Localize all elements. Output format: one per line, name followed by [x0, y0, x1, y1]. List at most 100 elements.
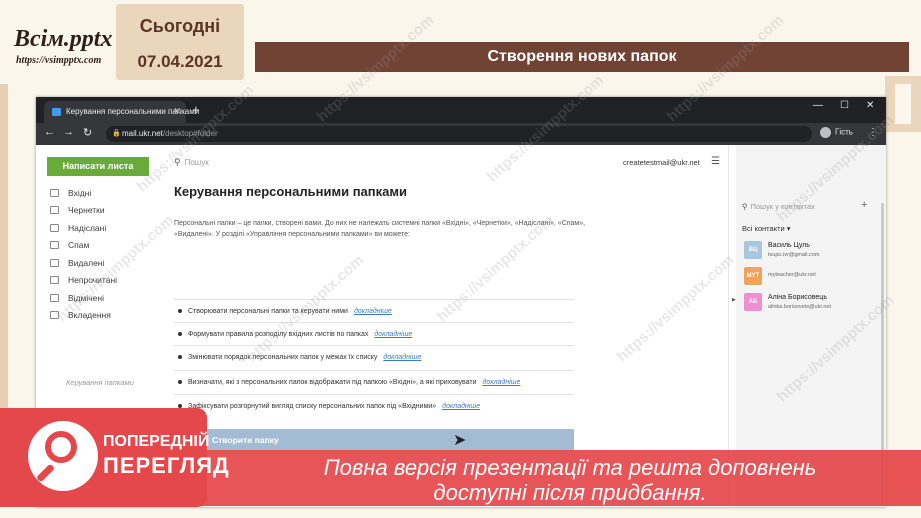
reload-icon[interactable]: ↻: [83, 126, 92, 139]
sent-icon: [50, 223, 59, 232]
magnifier-icon: [28, 421, 98, 491]
mouse-cursor-icon: ➤: [453, 432, 467, 449]
corner-decoration-icon: [885, 76, 921, 132]
menu-icon[interactable]: ☰: [711, 156, 720, 167]
drafts-icon: [50, 206, 59, 215]
lock-icon: 🔒: [112, 130, 121, 137]
folder-item[interactable]: Непрочитані: [50, 272, 117, 290]
feature-item: Зафіксувати розгорнутий вигляд списку пе…: [174, 394, 574, 417]
more-link[interactable]: докладніше: [383, 354, 421, 361]
feature-text: Зафіксувати розгорнутий вигляд списку пе…: [188, 402, 437, 410]
avatar: ВЦ: [744, 241, 762, 259]
close-tab-icon[interactable]: ✕: [173, 106, 181, 117]
contact-item[interactable]: АБ Аліна Борисовець alinka.borisovets@uk…: [744, 291, 884, 315]
page-title: Керування персональними папками: [174, 184, 407, 199]
bullet-icon: [178, 380, 182, 384]
contact-name: Аліна Борисовець: [768, 294, 827, 301]
search-icon: ⚲: [174, 157, 181, 167]
all-contacts-dropdown[interactable]: Всі контакти ▾: [742, 224, 791, 233]
banner-line: доступні після придбання.: [433, 480, 707, 505]
search-icon: ⚲: [742, 202, 748, 211]
browser-toolbar: ← → ↻ 🔒 mail.ukr.net/desktop#folder Гість…: [36, 123, 886, 145]
address-host: mail.ukr.net: [122, 129, 163, 138]
contact-item[interactable]: MYT myteacher@ukr.net: [744, 265, 884, 289]
folder-item[interactable]: Чернетки: [50, 202, 117, 220]
kebab-menu-icon[interactable]: ⋮: [868, 127, 878, 138]
bullet-icon: [178, 332, 182, 336]
address-bar[interactable]: 🔒 mail.ukr.net/desktop#folder: [106, 126, 812, 142]
trash-icon: [50, 258, 59, 267]
close-window-icon[interactable]: ✕: [866, 100, 874, 111]
unread-icon: [50, 276, 59, 285]
contact-item[interactable]: ВЦ Василь Цуль tsupu.ivr@gmail.com: [744, 239, 884, 263]
feature-text: Змінювати порядок персональних папок у м…: [188, 353, 378, 361]
folder-item[interactable]: Вкладення: [50, 307, 117, 325]
preview-subtitle: ПЕРЕГЛЯД: [103, 453, 230, 478]
mail-search[interactable]: ⚲ Пошук: [174, 157, 209, 168]
more-link[interactable]: докладніше: [483, 379, 521, 386]
feature-item: Змінювати порядок персональних папок у м…: [174, 345, 574, 368]
more-link[interactable]: докладніше: [354, 308, 392, 315]
contacts-search[interactable]: ⚲ Пошук у контактах: [742, 202, 815, 211]
new-tab-icon[interactable]: +: [192, 102, 200, 117]
preview-title: ПОПЕРЕДНІЙ: [103, 433, 210, 450]
feature-item: Визначати, які з персональних папок відо…: [174, 370, 574, 393]
feature-text: Створювати персональні папки та керувати…: [188, 307, 348, 315]
folder-label: Видалені: [68, 257, 105, 268]
folder-label: Вкладення: [68, 310, 111, 321]
user-email[interactable]: createtestmail@ukr.net: [623, 158, 700, 167]
inbox-icon: [50, 188, 59, 197]
address-path: /desktop#folder: [162, 129, 218, 138]
folder-item[interactable]: Спам: [50, 237, 117, 255]
folder-label: Спам: [68, 240, 90, 251]
more-link[interactable]: докладніше: [442, 403, 480, 410]
folder-label: Надіслані: [68, 222, 107, 233]
add-contact-icon[interactable]: +: [861, 199, 867, 211]
avatar-icon: [820, 127, 831, 138]
avatar: MYT: [744, 267, 762, 285]
contact-email: alinka.borisovets@ukr.net: [768, 304, 832, 310]
spam-icon: [50, 241, 59, 250]
contact-email: myteacher@ukr.net: [768, 272, 816, 278]
browser-tab[interactable]: Керування персональними папками ✕: [44, 101, 199, 123]
feature-text: Визначати, які з персональних папок відо…: [188, 378, 477, 386]
feature-text: Формувати правила розподілу вхідних лист…: [188, 330, 369, 338]
mail-favicon-icon: [52, 108, 61, 116]
bullet-icon: [178, 355, 182, 359]
banner-line: Повна версія презентації та решта доповн…: [323, 455, 817, 480]
profile-button[interactable]: Гість: [820, 127, 853, 138]
back-arrow-icon[interactable]: ←: [44, 126, 55, 138]
left-decor-bar: [0, 84, 8, 424]
folder-item[interactable]: Вхідні: [50, 184, 117, 202]
site-logo: Всім.pptx https://vsimpptx.com: [6, 26, 116, 78]
minimize-icon[interactable]: —: [813, 100, 823, 111]
create-folder-button[interactable]: Створити папку: [174, 429, 574, 451]
star-icon: [50, 293, 59, 302]
tab-bar: Керування персональними папками ✕ + — ☐ …: [36, 97, 886, 123]
banner-text: Повна версія презентації та решта доповн…: [230, 455, 910, 505]
folder-label: Відмічені: [68, 292, 104, 303]
folder-item[interactable]: Видалені: [50, 254, 117, 272]
bullet-icon: [178, 309, 182, 313]
search-placeholder: Пошук: [184, 158, 209, 167]
today-label: Сьогодні: [139, 16, 221, 36]
folder-list: Вхідні Чернетки Надіслані Спам Видалені …: [50, 184, 117, 324]
maximize-icon[interactable]: ☐: [840, 100, 849, 111]
intro-text: Персональні папки – це папки, створені в…: [174, 220, 586, 238]
attachment-icon: [50, 311, 59, 320]
logo-title: Всім.pptx: [14, 26, 113, 52]
more-link[interactable]: докладніше: [374, 331, 412, 338]
folder-item[interactable]: Надіслані: [50, 219, 117, 237]
manage-folders-link[interactable]: Керування папками: [66, 378, 134, 387]
forward-arrow-icon[interactable]: →: [63, 126, 74, 138]
folder-label: Вхідні: [68, 187, 92, 198]
date-card: Сьогодні 07.04.2021: [116, 4, 244, 80]
folder-item[interactable]: Відмічені: [50, 289, 117, 307]
folder-label: Чернетки: [68, 205, 105, 216]
contact-name: Василь Цуль: [768, 242, 810, 249]
contacts-search-placeholder: Пошук у контактах: [750, 202, 815, 211]
avatar: АБ: [744, 293, 762, 311]
date-label: 07.04.2021: [137, 52, 223, 71]
feature-item: Створювати персональні папки та керувати…: [174, 299, 574, 322]
compose-button[interactable]: Написати листа: [47, 157, 149, 176]
